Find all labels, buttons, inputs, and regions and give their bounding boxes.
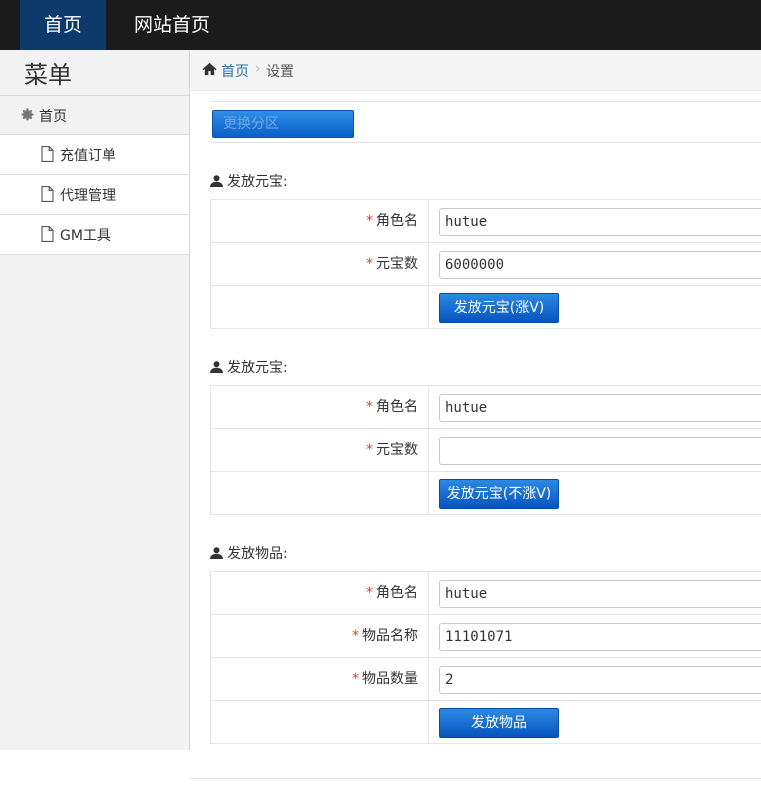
item-quantity-input[interactable] [439,666,761,694]
breadcrumb-home-link[interactable]: 首页 [221,61,249,81]
field-label-empty [211,701,429,743]
section-title-ingot-vip: 发放元宝: [210,171,288,191]
role-name-input[interactable] [439,208,761,236]
form-row: * 物品数量 [211,658,761,701]
field-label: * 物品名称 [211,615,429,657]
section-title-ingot-novip: 发放元宝: [210,357,288,377]
form-row: * 角色名 [211,572,761,615]
sidebar-item-gm-tools[interactable]: GM工具 [0,215,189,255]
required-mark: * [366,585,373,601]
sidebar-item-recharge-orders[interactable]: 充值订单 [0,135,189,175]
section-title-text: 发放物品: [227,546,288,562]
footer-divider [190,778,761,779]
user-icon [210,547,223,559]
field-label: * 角色名 [211,386,429,428]
top-navbar: 首页 网站首页 [0,0,761,50]
field-label: * 角色名 [211,200,429,242]
section-title-text: 发放元宝: [227,360,288,376]
form-items: *角色名 *物品名称 *物品数量 发放物品 [210,571,761,744]
user-icon [210,175,223,187]
form-row: * 元宝数 [211,243,761,286]
field-label-empty [211,286,429,328]
sidebar-item-label: 代理管理 [60,188,116,204]
form-ingot-vip: *角色名 *元宝数 发放元宝(涨V) [210,199,761,329]
home-icon [202,62,217,76]
form-row: 发放物品 [211,701,761,744]
grant-items-button[interactable]: 发放物品 [439,708,559,738]
user-icon [210,361,223,373]
field-label: * 角色名 [211,572,429,614]
required-mark: * [366,442,373,458]
breadcrumb-separator: › [255,61,261,77]
nav-site-home[interactable]: 网站首页 [125,0,219,50]
field-label: * 元宝数 [211,243,429,285]
section-title-text: 发放元宝: [227,174,288,190]
field-label-empty [211,472,429,514]
grant-ingot-vip-button[interactable]: 发放元宝(涨V) [439,293,559,323]
required-mark: * [366,399,373,415]
file-icon [41,146,54,162]
menu-title: 菜单 [24,61,72,89]
sidebar: 菜单 首页 充值订单 代理管理 GM工具 [0,50,190,750]
required-mark: * [366,256,373,272]
ingot-amount-input[interactable] [439,437,761,465]
required-mark: * [352,671,359,687]
role-name-input[interactable] [439,580,761,608]
required-mark: * [366,213,373,229]
breadcrumb-current: 设置 [266,64,294,80]
nav-home[interactable]: 首页 [20,0,106,50]
gear-icon [21,108,34,121]
field-label: * 元宝数 [211,429,429,471]
file-icon [41,186,54,202]
breadcrumb: 首页 › 设置 [191,50,761,91]
sidebar-item-agent-management[interactable]: 代理管理 [0,175,189,215]
role-name-input[interactable] [439,394,761,422]
section-title-items: 发放物品: [210,543,288,563]
form-row: * 角色名 [211,386,761,429]
sidebar-item-home[interactable]: 首页 [0,95,189,135]
ingot-amount-input[interactable] [439,251,761,279]
item-name-input[interactable] [439,623,761,651]
field-label: * 物品数量 [211,658,429,700]
switch-zone-button[interactable]: 更换分区 [212,110,354,138]
form-row: 发放元宝(不涨V) [211,472,761,515]
zone-toolbar: 更换分区 [210,101,761,143]
form-row: * 物品名称 [211,615,761,658]
required-mark: * [352,628,359,644]
form-row: 发放元宝(涨V) [211,286,761,329]
form-row: * 角色名 [211,200,761,243]
sidebar-item-label: GM工具 [60,228,111,244]
grant-ingot-novip-button[interactable]: 发放元宝(不涨V) [439,479,559,509]
sidebar-item-label: 首页 [39,109,67,125]
file-icon [41,226,54,242]
form-row: * 元宝数 [211,429,761,472]
form-ingot-novip: *角色名 *元宝数 发放元宝(不涨V) [210,385,761,515]
sidebar-item-label: 充值订单 [60,148,116,164]
